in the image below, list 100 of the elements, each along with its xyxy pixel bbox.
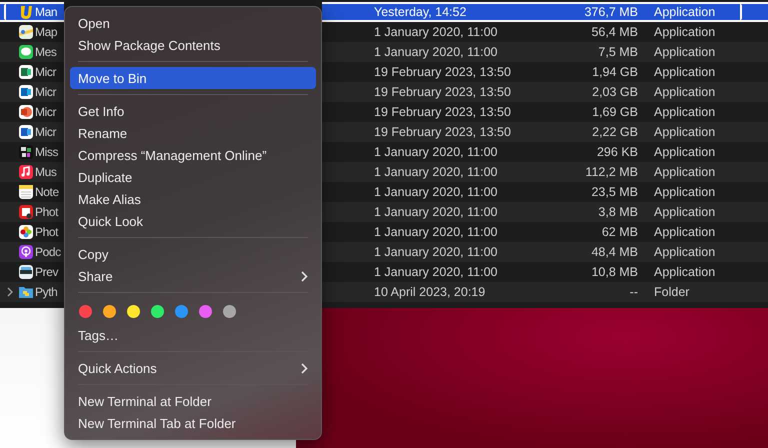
file-row[interactable]: 19 February 2023, 13:50 1,69 GB Application bbox=[322, 102, 768, 122]
menu-item[interactable]: Duplicate bbox=[70, 166, 316, 188]
file-size: 7,5 MB bbox=[598, 45, 638, 59]
date-modified: 1 January 2020, 11:00 bbox=[374, 185, 498, 199]
file-kind: Application bbox=[653, 185, 716, 199]
file-size: 3,8 MB bbox=[598, 205, 638, 219]
file-name: Micr bbox=[34, 65, 56, 79]
file-name: Podc bbox=[34, 245, 61, 259]
app-icon bbox=[18, 24, 34, 40]
file-size: 1,69 GB bbox=[592, 105, 638, 119]
file-row[interactable]: 1 January 2020, 11:00 7,5 MB Application bbox=[322, 42, 768, 62]
file-row[interactable]: 1 January 2020, 11:00 3,8 MB Application bbox=[322, 202, 768, 222]
app-icon bbox=[18, 164, 34, 180]
file-kind: Application bbox=[653, 65, 716, 79]
date-modified: 1 January 2020, 11:00 bbox=[374, 225, 498, 239]
file-row[interactable]: 19 February 2023, 13:50 1,94 GB Application bbox=[322, 62, 768, 82]
file-kind: Application bbox=[653, 145, 716, 159]
file-kind: Application bbox=[653, 205, 716, 219]
file-size: 2,22 GB bbox=[592, 125, 638, 139]
file-row[interactable]: 19 February 2023, 13:50 2,22 GB Application bbox=[322, 122, 768, 142]
menu-item[interactable]: Open bbox=[70, 12, 316, 34]
file-kind: Application bbox=[653, 45, 716, 59]
app-icon bbox=[18, 184, 34, 200]
menu-item[interactable]: Share bbox=[70, 265, 316, 287]
app-icon bbox=[18, 64, 34, 80]
menu-item[interactable]: Rename bbox=[70, 122, 316, 144]
tag-color-dot[interactable] bbox=[151, 304, 164, 318]
file-row[interactable]: 1 January 2020, 11:00 56,4 MB Application bbox=[322, 22, 768, 42]
menu-item[interactable]: New Terminal Tab at Folder bbox=[70, 412, 316, 434]
menu-item[interactable]: Move to Bin bbox=[70, 67, 316, 89]
file-size: 376,7 MB bbox=[584, 5, 638, 19]
folder-icon bbox=[18, 284, 34, 300]
file-name: Mes bbox=[34, 45, 56, 59]
file-name: Map bbox=[34, 25, 58, 39]
tag-color-dot[interactable] bbox=[175, 304, 188, 318]
date-modified: 1 January 2020, 11:00 bbox=[374, 145, 498, 159]
menu-item[interactable]: Get Info bbox=[70, 100, 316, 122]
file-row[interactable]: 1 January 2020, 11:00 23,5 MB Application bbox=[322, 182, 768, 202]
app-icon bbox=[18, 264, 34, 280]
file-row[interactable]: 1 January 2020, 11:00 48,4 MB Application bbox=[322, 242, 768, 262]
file-kind: Application bbox=[653, 125, 716, 139]
file-name: Pyth bbox=[34, 285, 58, 299]
file-size: 112,2 MB bbox=[585, 165, 638, 179]
file-size: 56,4 MB bbox=[591, 25, 638, 39]
file-name: Phot bbox=[34, 225, 58, 239]
file-row[interactable]: 1 January 2020, 11:00 296 KB Application bbox=[322, 142, 768, 162]
menu-item[interactable]: Quick Look bbox=[70, 210, 316, 232]
file-size: 48,4 MB bbox=[591, 245, 638, 259]
file-row[interactable]: 19 February 2023, 13:50 2,03 GB Application bbox=[322, 82, 768, 102]
menu-item[interactable]: Compress “Management Online” bbox=[70, 144, 316, 166]
menu-item[interactable]: Tags… bbox=[70, 324, 316, 346]
file-row[interactable]: 1 January 2020, 11:00 112,2 MB Application bbox=[322, 162, 768, 182]
file-row[interactable]: 1 January 2020, 11:00 62 MB Application bbox=[322, 222, 768, 242]
app-icon bbox=[18, 84, 34, 100]
file-kind: Application bbox=[653, 225, 716, 239]
file-name: Man bbox=[34, 5, 58, 19]
file-size: 296 KB bbox=[596, 145, 638, 159]
date-modified: 10 April 2023, 20:19 bbox=[374, 285, 486, 299]
file-row[interactable]: Yesterday, 14:52 376,7 MB Application bbox=[322, 2, 768, 22]
file-name: Note bbox=[34, 185, 59, 199]
date-modified: 1 January 2020, 11:00 bbox=[374, 265, 498, 279]
file-row[interactable]: 10 April 2023, 20:19 -- Folder bbox=[322, 282, 768, 302]
app-icon bbox=[18, 244, 34, 260]
tag-color-dot[interactable] bbox=[103, 304, 116, 318]
file-size: 62 MB bbox=[602, 225, 638, 239]
file-kind: Application bbox=[653, 105, 716, 119]
file-kind: Application bbox=[653, 85, 716, 99]
menu-item[interactable]: Show Package Contents bbox=[70, 34, 316, 56]
file-name: Phot bbox=[34, 205, 58, 219]
file-kind: Application bbox=[653, 165, 716, 179]
app-icon bbox=[18, 144, 34, 160]
date-modified: 1 January 2020, 11:00 bbox=[374, 205, 498, 219]
file-kind: Application bbox=[653, 265, 716, 279]
file-size: -- bbox=[630, 285, 638, 299]
tag-color-dot[interactable] bbox=[127, 304, 140, 318]
tag-color-dot[interactable] bbox=[199, 304, 212, 318]
file-name: Mus bbox=[34, 165, 56, 179]
file-name: Prev bbox=[34, 265, 58, 279]
file-size: 1,94 GB bbox=[592, 65, 638, 79]
date-modified: 19 February 2023, 13:50 bbox=[374, 85, 511, 99]
file-name: Micr bbox=[34, 85, 56, 99]
file-size: 23,5 MB bbox=[591, 185, 638, 199]
tag-color-dot[interactable] bbox=[223, 304, 236, 318]
file-kind: Application bbox=[653, 5, 716, 19]
menu-item[interactable]: New Terminal at Folder bbox=[70, 390, 316, 412]
app-icon bbox=[18, 224, 34, 240]
tag-color-dot[interactable] bbox=[79, 304, 92, 318]
app-icon bbox=[18, 4, 34, 20]
menu-item[interactable]: Make Alias bbox=[70, 188, 316, 210]
menu-item[interactable]: Copy bbox=[70, 243, 316, 265]
file-row[interactable]: 1 January 2020, 11:00 10,8 MB Application bbox=[322, 262, 768, 282]
date-modified: 1 January 2020, 11:00 bbox=[374, 165, 498, 179]
disclosure-chevron-icon[interactable] bbox=[6, 287, 14, 297]
date-modified: 1 January 2020, 11:00 bbox=[374, 245, 498, 259]
file-name: Micr bbox=[34, 125, 56, 139]
menu-item[interactable]: Quick Actions bbox=[70, 357, 316, 379]
file-kind: Folder bbox=[653, 285, 690, 299]
app-icon bbox=[18, 124, 34, 140]
date-modified: 1 January 2020, 11:00 bbox=[374, 45, 498, 59]
file-kind: Application bbox=[653, 245, 716, 259]
